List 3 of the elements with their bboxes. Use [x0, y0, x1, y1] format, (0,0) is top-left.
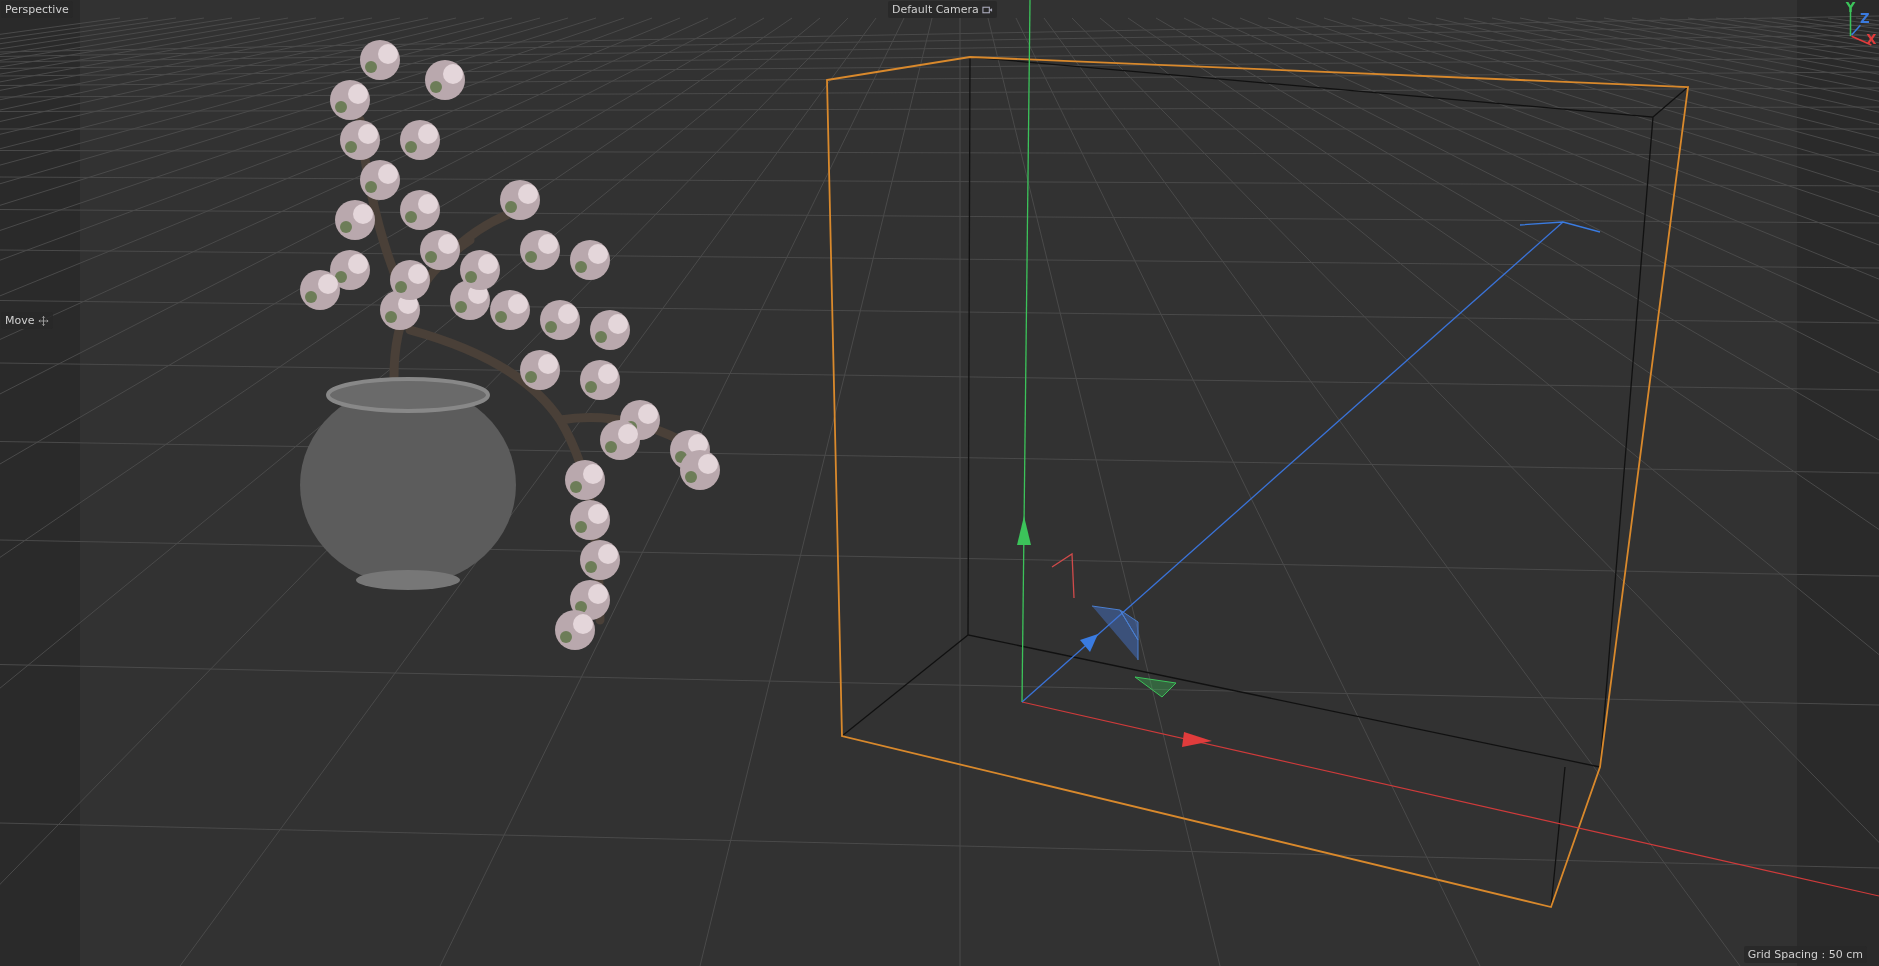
axis-label: Z	[1860, 11, 1870, 26]
axis-label: X	[1866, 31, 1877, 47]
axis-label: Y	[1845, 0, 1856, 15]
